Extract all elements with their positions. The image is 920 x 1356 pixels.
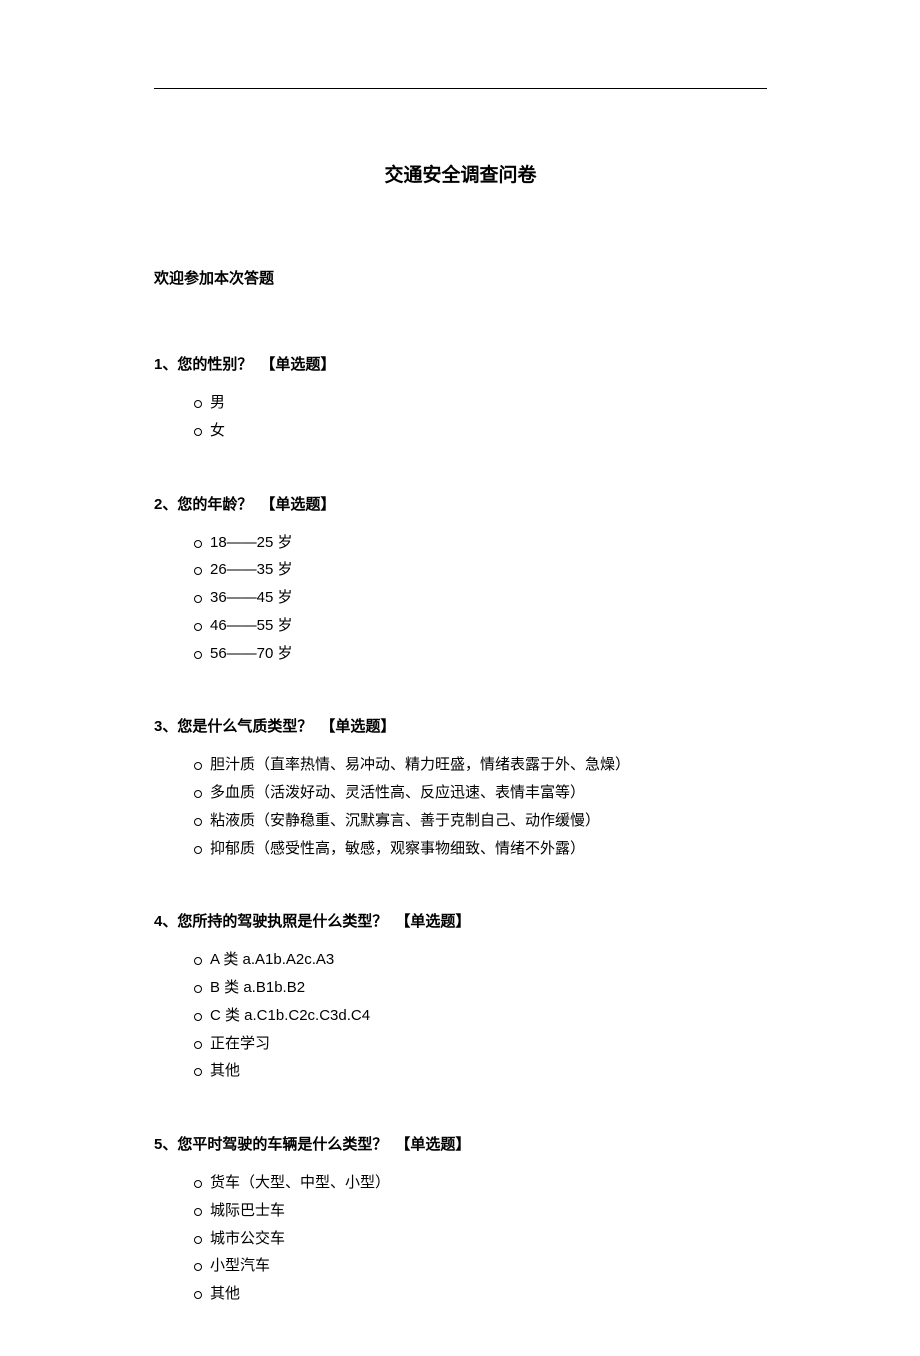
option-item[interactable]: 56——70 岁 — [194, 640, 767, 668]
question-block: 3、您是什么气质类型？ 【单选题】胆汁质（直率热情、易冲动、精力旺盛，情绪表露于外… — [154, 715, 767, 862]
option-item[interactable]: 男 — [194, 389, 767, 417]
option-label: 其他 — [210, 1057, 240, 1085]
option-label: 36——45 岁 — [210, 584, 293, 612]
option-label: B 类 a.B1b.B2 — [210, 974, 305, 1002]
options-list: A 类 a.A1b.A2c.A3B 类 a.B1b.B2C 类 a.C1b.C2… — [154, 946, 767, 1085]
radio-icon — [194, 567, 202, 575]
option-item[interactable]: 货车（大型、中型、小型） — [194, 1169, 767, 1197]
option-item[interactable]: 18——25 岁 — [194, 529, 767, 557]
question-number: 4、 — [154, 913, 177, 930]
option-label: 城际巴士车 — [210, 1197, 285, 1225]
question-number: 5、 — [154, 1136, 177, 1153]
radio-icon — [194, 1041, 202, 1049]
radio-icon — [194, 790, 202, 798]
radio-icon — [194, 985, 202, 993]
question-label: 您的年龄？ — [177, 496, 252, 513]
option-label: 城市公交车 — [210, 1225, 285, 1253]
radio-icon — [194, 428, 202, 436]
option-item[interactable]: 城市公交车 — [194, 1225, 767, 1253]
options-list: 18——25 岁26——35 岁36——45 岁46——55 岁56——70 岁 — [154, 529, 767, 668]
intro-text: 欢迎参加本次答题 — [154, 267, 767, 288]
question-label: 您平时驾驶的车辆是什么类型？ — [177, 1136, 387, 1153]
option-label: 正在学习 — [210, 1030, 270, 1058]
document-content: 交通安全调查问卷 欢迎参加本次答题 1、您的性别？【单选题】男女2、您的年龄？【… — [154, 160, 767, 1356]
option-item[interactable]: 胆汁质（直率热情、易冲动、精力旺盛，情绪表露于外、急燥） — [194, 751, 767, 779]
option-label: 抑郁质（感受性高，敏感，观察事物细致、情绪不外露） — [210, 835, 585, 863]
option-label: 46——55 岁 — [210, 612, 293, 640]
options-list: 男女 — [154, 389, 767, 445]
question-tag: 【单选题】 — [395, 1136, 470, 1153]
option-item[interactable]: 正在学习 — [194, 1030, 767, 1058]
option-item[interactable]: C 类 a.C1b.C2c.C3d.C4 — [194, 1002, 767, 1030]
question-label: 您的性别？ — [177, 356, 252, 373]
question-label: 您是什么气质类型？ — [177, 718, 312, 735]
option-item[interactable]: 抑郁质（感受性高，敏感，观察事物细致、情绪不外露） — [194, 835, 767, 863]
question-text: 3、您是什么气质类型？ 【单选题】 — [154, 715, 767, 739]
option-label: C 类 a.C1b.C2c.C3d.C4 — [210, 1002, 370, 1030]
radio-icon — [194, 400, 202, 408]
question-block: 5、您平时驾驶的车辆是什么类型？【单选题】货车（大型、中型、小型）城际巴士车城市… — [154, 1133, 767, 1308]
radio-icon — [194, 540, 202, 548]
options-list: 胆汁质（直率热情、易冲动、精力旺盛，情绪表露于外、急燥）多血质（活泼好动、灵活性… — [154, 751, 767, 862]
question-label: 您所持的驾驶执照是什么类型？ — [177, 913, 387, 930]
document-title: 交通安全调查问卷 — [154, 160, 767, 187]
option-item[interactable]: 36——45 岁 — [194, 584, 767, 612]
option-item[interactable]: 女 — [194, 417, 767, 445]
option-label: 女 — [210, 417, 225, 445]
radio-icon — [194, 595, 202, 603]
question-number: 2、 — [154, 496, 177, 513]
radio-icon — [194, 846, 202, 854]
option-label: 其他 — [210, 1280, 240, 1308]
radio-icon — [194, 957, 202, 965]
option-item[interactable]: 粘液质（安静稳重、沉默寡言、善于克制自己、动作缓慢） — [194, 807, 767, 835]
question-block: 1、您的性别？ 【单选题】男女 — [154, 353, 767, 445]
option-item[interactable]: B 类 a.B1b.B2 — [194, 974, 767, 1002]
option-item[interactable]: 26——35 岁 — [194, 556, 767, 584]
option-label: 小型汽车 — [210, 1252, 270, 1280]
radio-icon — [194, 651, 202, 659]
radio-icon — [194, 1263, 202, 1271]
question-tag: 【单选题】 — [320, 718, 395, 735]
question-text: 5、您平时驾驶的车辆是什么类型？ 【单选题】 — [154, 1133, 767, 1157]
option-label: 多血质（活泼好动、灵活性高、反应迅速、表情丰富等） — [210, 779, 585, 807]
option-label: 26——35 岁 — [210, 556, 293, 584]
option-item[interactable]: 其他 — [194, 1057, 767, 1085]
question-block: 2、您的年龄？ 【单选题】 18——25 岁26——35 岁36——45 岁46——… — [154, 493, 767, 668]
option-item[interactable]: 小型汽车 — [194, 1252, 767, 1280]
question-text: 2、您的年龄？ 【单选题】 — [154, 493, 767, 517]
option-item[interactable]: 46——55 岁 — [194, 612, 767, 640]
options-list: 货车（大型、中型、小型）城际巴士车城市公交车小型汽车其他 — [154, 1169, 767, 1308]
question-number: 3、 — [154, 718, 177, 735]
radio-icon — [194, 818, 202, 826]
radio-icon — [194, 1068, 202, 1076]
radio-icon — [194, 1208, 202, 1216]
option-label: 粘液质（安静稳重、沉默寡言、善于克制自己、动作缓慢） — [210, 807, 600, 835]
option-label: 18——25 岁 — [210, 529, 293, 557]
question-tag: 【单选题】 — [395, 913, 470, 930]
option-item[interactable]: 多血质（活泼好动、灵活性高、反应迅速、表情丰富等） — [194, 779, 767, 807]
radio-icon — [194, 762, 202, 770]
option-label: 货车（大型、中型、小型） — [210, 1169, 390, 1197]
radio-icon — [194, 1013, 202, 1021]
option-label: 胆汁质（直率热情、易冲动、精力旺盛，情绪表露于外、急燥） — [210, 751, 630, 779]
radio-icon — [194, 1180, 202, 1188]
question-number: 1、 — [154, 356, 177, 373]
header-divider — [154, 88, 767, 89]
question-block: 4、您所持的驾驶执照是什么类型？ 【单选题】 A 类 a.A1b.A2c.A3B 类… — [154, 910, 767, 1085]
question-text: 4、您所持的驾驶执照是什么类型？ 【单选题】 — [154, 910, 767, 934]
question-text: 1、您的性别？ 【单选题】 — [154, 353, 767, 377]
option-item[interactable]: A 类 a.A1b.A2c.A3 — [194, 946, 767, 974]
radio-icon — [194, 623, 202, 631]
radio-icon — [194, 1291, 202, 1299]
questions-container: 1、您的性别？【单选题】男女2、您的年龄？【单选题】18——25 岁26——35… — [154, 353, 767, 1308]
option-label: 男 — [210, 389, 225, 417]
question-tag: 【单选题】 — [260, 356, 335, 373]
option-item[interactable]: 其他 — [194, 1280, 767, 1308]
question-tag: 【单选题】 — [260, 496, 335, 513]
option-label: 56——70 岁 — [210, 640, 293, 668]
option-item[interactable]: 城际巴士车 — [194, 1197, 767, 1225]
radio-icon — [194, 1236, 202, 1244]
option-label: A 类 a.A1b.A2c.A3 — [210, 946, 334, 974]
